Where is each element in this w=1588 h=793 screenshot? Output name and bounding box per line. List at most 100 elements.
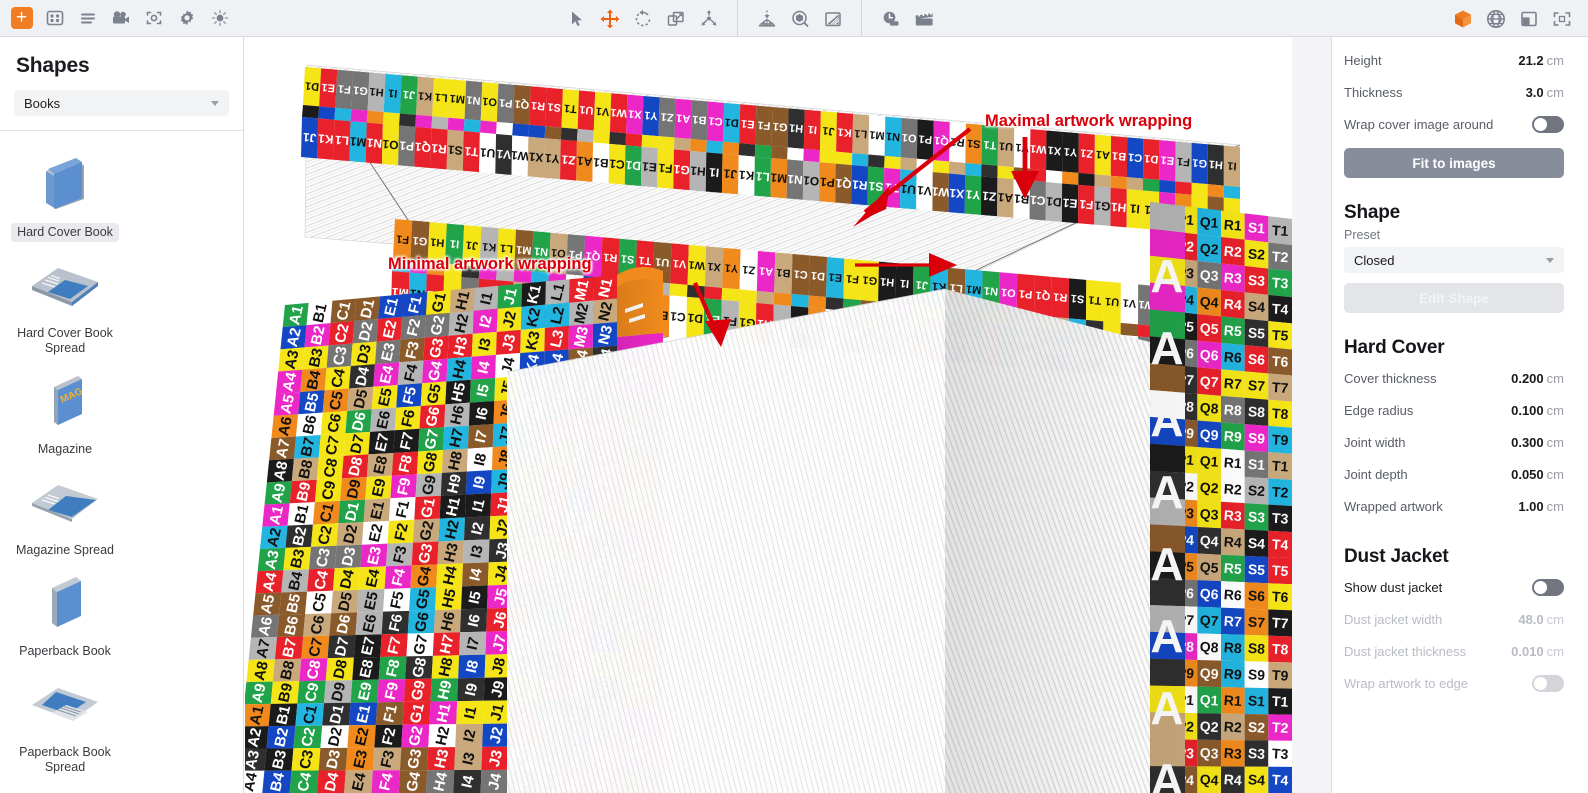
svg-text:A1: A1 [997, 190, 1014, 205]
svg-text:X1: X1 [628, 107, 642, 120]
top-toolbar: + [0, 0, 1588, 37]
grid-panel-icon [46, 10, 63, 26]
environment-button[interactable] [1479, 0, 1512, 37]
toggle-knob [1534, 118, 1547, 131]
list-view-button[interactable] [71, 0, 104, 37]
svg-text:P1: P1 [569, 248, 583, 261]
svg-text:Z1: Z1 [981, 189, 996, 204]
property-wrap-cover-image: Wrap cover image around [1344, 109, 1564, 140]
svg-text:B1: B1 [776, 266, 791, 279]
svg-text:Q1: Q1 [414, 140, 431, 155]
edge-radius-value[interactable]: 0.100 cm [1511, 403, 1564, 418]
svg-text:H1: H1 [789, 121, 804, 134]
wrap-cover-image-toggle[interactable] [1532, 116, 1564, 133]
svg-text:A1: A1 [1095, 148, 1110, 161]
layout-button[interactable] [1512, 0, 1545, 37]
joint-depth-value[interactable]: 0.050 cm [1511, 467, 1564, 482]
page-title: Shapes [16, 54, 90, 77]
shape-category-select[interactable]: Books [14, 90, 229, 116]
wrapped-artwork-label: Wrapped artwork [1344, 499, 1443, 514]
svg-text:Y1: Y1 [644, 109, 658, 122]
svg-text:Z1: Z1 [742, 263, 756, 276]
svg-text:I1: I1 [807, 123, 817, 136]
app-root: + Shapes Books Hard Cover Book Hard Cove… [0, 0, 1588, 793]
svg-text:G1: G1 [862, 273, 878, 286]
shape-preset-select[interactable]: Closed [1344, 247, 1564, 273]
shape-item-magazine[interactable]: MAG Magazine [8, 362, 122, 463]
focus-target-icon [146, 11, 161, 25]
right-cover-face: O1P1Q1R1S1T1O2P2Q2R2S2T2O3P3Q3R3S3T3O4P4… [1150, 202, 1292, 793]
svg-text:S1: S1 [967, 137, 981, 150]
explode-tool[interactable] [692, 0, 725, 37]
svg-text:M1: M1 [449, 92, 465, 105]
add-button[interactable]: + [5, 0, 38, 37]
shape-item-hard-cover-book[interactable]: Hard Cover Book [8, 145, 122, 246]
property-dust-jacket-thickness: Dust jacket thickness 0.010 cm [1344, 636, 1564, 667]
wrapped-artwork-value[interactable]: 1.00 cm [1518, 499, 1564, 514]
hamburger-lines-icon [80, 13, 95, 24]
joint-width-value[interactable]: 0.300 cm [1511, 435, 1564, 450]
history-tool[interactable] [874, 0, 907, 37]
rotate-tool[interactable] [626, 0, 659, 37]
grid-view-button[interactable] [38, 0, 71, 37]
height-value[interactable]: 21.2 cm [1518, 53, 1564, 68]
fullscreen-button[interactable] [1545, 0, 1578, 37]
svg-text:J1: J1 [915, 278, 928, 291]
svg-text:R1: R1 [851, 177, 868, 192]
svg-text:R1: R1 [531, 99, 546, 112]
svg-text:D1: D1 [1045, 194, 1062, 209]
svg-text:M1: M1 [869, 128, 885, 141]
shape-item-hard-cover-book-spread[interactable]: Hard Cover Book Spread [8, 246, 122, 362]
toolbar-separator-2 [861, 0, 862, 37]
explode-icon [701, 9, 716, 26]
svg-text:Z1: Z1 [561, 152, 576, 167]
edge-radius-label: Edge radius [1344, 403, 1414, 418]
svg-text:G1: G1 [772, 120, 788, 133]
svg-text:H1: H1 [880, 275, 895, 288]
svg-text:H1: H1 [689, 163, 706, 178]
svg-text:Y1: Y1 [1063, 145, 1077, 158]
shadow-tool[interactable] [816, 0, 849, 37]
scale-tool[interactable] [659, 0, 692, 37]
shape-preset-value: Closed [1354, 252, 1395, 268]
sphere-grid-icon [1486, 9, 1505, 28]
drop-to-floor-tool[interactable] [750, 0, 783, 37]
scale-icon [667, 11, 684, 26]
focus-button[interactable] [137, 0, 170, 37]
chevron-down-icon [211, 101, 219, 106]
svg-text:N1: N1 [366, 135, 383, 150]
show-dust-jacket-toggle[interactable] [1532, 579, 1564, 596]
render-3d-button[interactable] [1446, 0, 1479, 37]
camera-button[interactable] [104, 0, 137, 37]
svg-text:C1: C1 [669, 309, 686, 324]
svg-text:U1: U1 [999, 139, 1014, 152]
material-tool[interactable] [783, 0, 816, 37]
move-tool[interactable] [593, 0, 626, 37]
svg-text:Y1: Y1 [965, 187, 981, 202]
animation-tool[interactable] [907, 0, 940, 37]
svg-text:K1: K1 [837, 125, 852, 138]
lighting-button[interactable] [203, 0, 236, 37]
3d-viewport[interactable]: D1 E1 F1 G1 H1 I1 J1 K1 L1 M1 N1 O1 P1 Q1 R1 S1 T1 U1 V1 W1… [245, 37, 1292, 793]
category-select-wrap: Books [0, 78, 243, 116]
fit-to-images-button[interactable]: Fit to images [1344, 148, 1564, 178]
cover-thickness-label: Cover thickness [1344, 371, 1437, 386]
svg-text:P1: P1 [819, 175, 835, 190]
thickness-value[interactable]: 3.0 cm [1526, 85, 1564, 100]
svg-text:J1: J1 [465, 238, 478, 251]
show-dust-jacket-label: Show dust jacket [1344, 580, 1443, 595]
svg-text:K1: K1 [738, 168, 755, 183]
settings-button[interactable] [170, 0, 203, 37]
wrap-artwork-to-edge-toggle [1532, 675, 1564, 692]
material-sphere-icon [791, 10, 808, 27]
cover-thickness-value[interactable]: 0.200 cm [1511, 371, 1564, 386]
svg-text:Q1: Q1 [1035, 289, 1051, 302]
svg-text:X1: X1 [949, 186, 965, 201]
svg-text:E1: E1 [641, 159, 657, 174]
svg-text:S1: S1 [620, 252, 634, 265]
shape-item-paperback-book[interactable]: Paperback Book [8, 564, 122, 665]
shape-item-paperback-book-spread[interactable]: Paperback Book Spread [8, 665, 122, 781]
select-tool[interactable] [560, 0, 593, 37]
shape-item-magazine-spread[interactable]: Magazine Spread [8, 463, 122, 564]
edit-shape-button: Edit Shape [1344, 283, 1564, 313]
